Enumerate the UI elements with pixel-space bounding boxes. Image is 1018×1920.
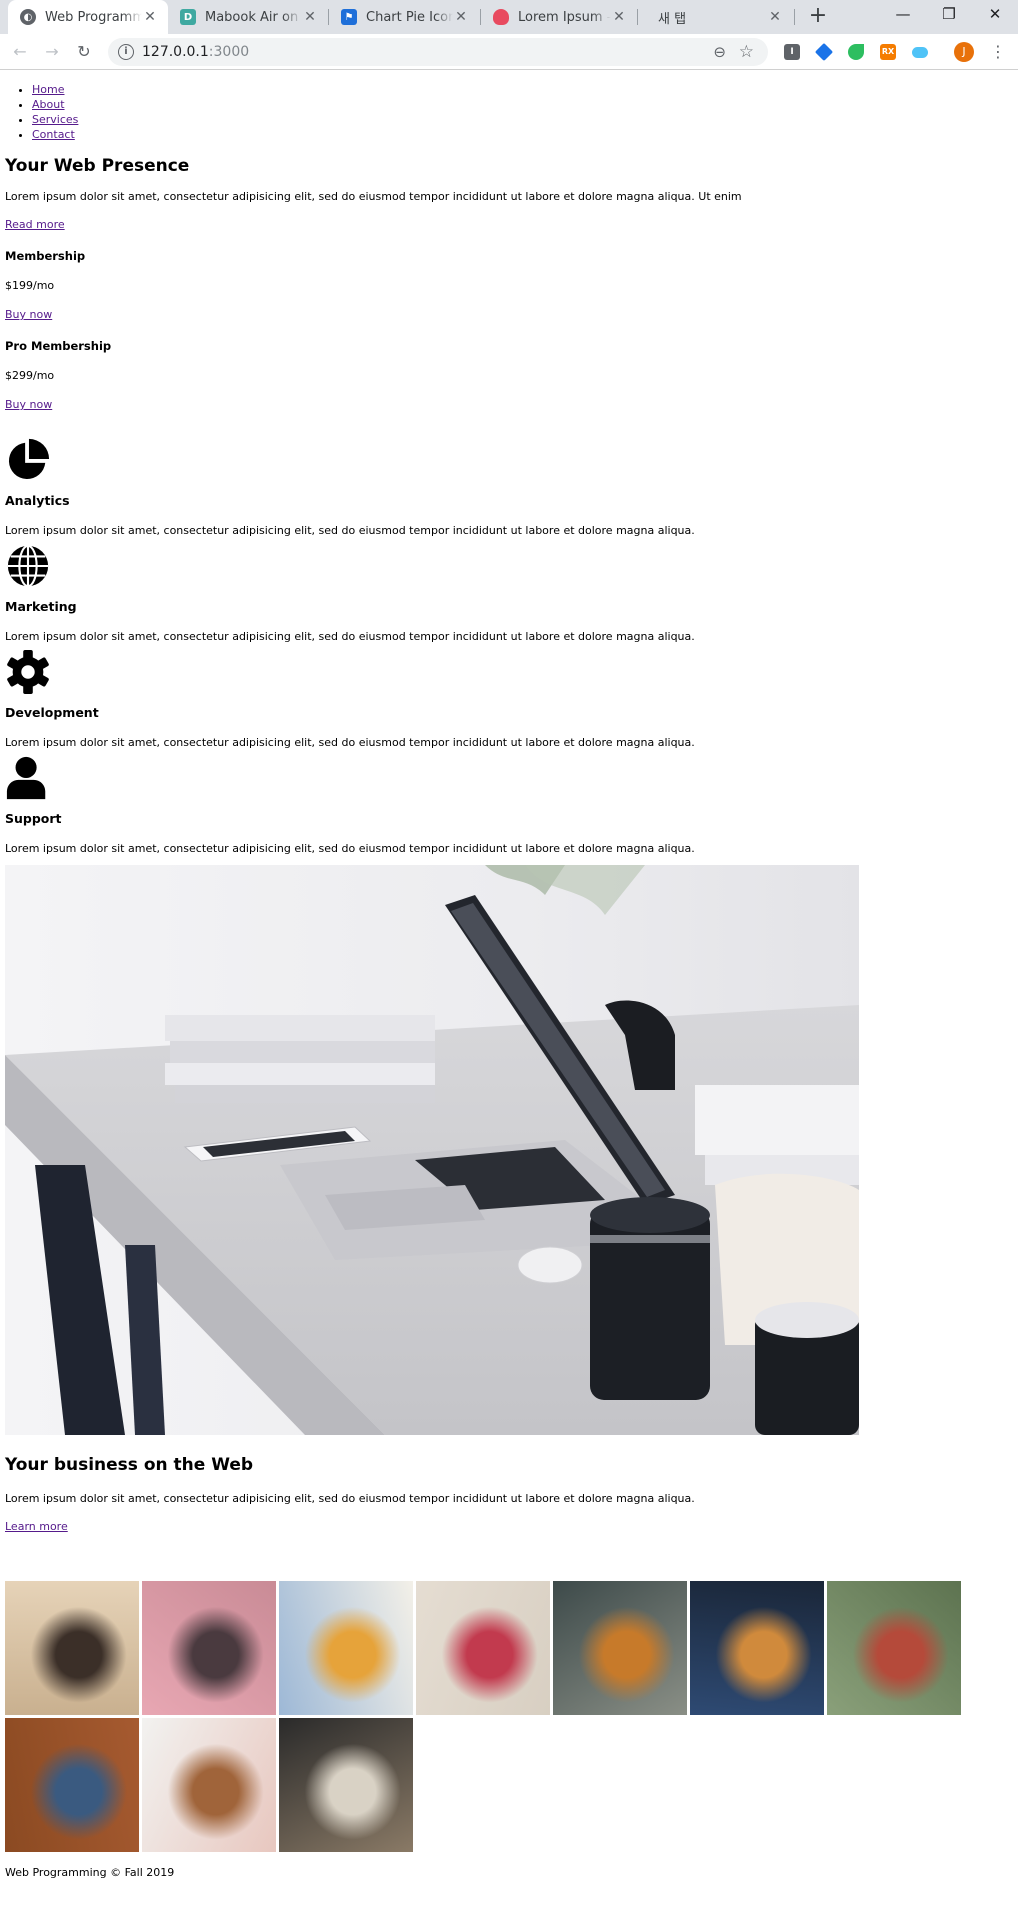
close-tab-icon[interactable]: ✕ bbox=[302, 9, 318, 25]
user-icon bbox=[6, 756, 46, 800]
photo-gallery bbox=[5, 1581, 965, 1852]
tab-title: 새 탭 bbox=[658, 11, 687, 27]
gallery-photo-picnic-food bbox=[279, 1581, 413, 1715]
read-more-link[interactable]: Read more bbox=[5, 218, 1013, 231]
main-nav: Home About Services Contact bbox=[5, 82, 1013, 142]
business-title: Your business on the Web bbox=[5, 1455, 254, 1475]
footer-text: Web Programming © Fall 2019 bbox=[5, 1866, 175, 1879]
tab-title: Lorem Ipsum – G bbox=[518, 9, 611, 25]
new-tab-button[interactable]: + bbox=[805, 4, 831, 30]
tab-title: Chart Pie Icon | bbox=[366, 9, 453, 25]
nav-item-home: Home bbox=[32, 82, 1013, 97]
browser-tab-strip: ◐ Web Programming ✕ D Mabook Air on ✕ ⚑ … bbox=[0, 0, 1018, 34]
nav-item-about: About bbox=[32, 97, 1013, 112]
nav-link-services[interactable]: Services bbox=[32, 113, 78, 126]
gallery-photo-chalkboard-cafe bbox=[279, 1718, 413, 1852]
window-close-icon[interactable]: ✕ bbox=[972, 0, 1018, 30]
gallery-photo-city-bridge bbox=[690, 1581, 824, 1715]
browser-tab-0[interactable]: ◐ Web Programming ✕ bbox=[8, 0, 168, 34]
menu-kebab-icon[interactable]: ⋮ bbox=[990, 42, 1006, 61]
feature-development: Development Lorem ipsum dolor sit amet, … bbox=[5, 649, 1013, 749]
graduation-icon[interactable] bbox=[814, 42, 834, 62]
gallery-photo-woman-portrait bbox=[5, 1581, 139, 1715]
minimize-icon[interactable]: — bbox=[880, 0, 926, 30]
feature-text: Lorem ipsum dolor sit amet, consectetur … bbox=[5, 630, 695, 643]
plan-price: $299/mo bbox=[5, 369, 55, 382]
evernote-icon[interactable] bbox=[848, 44, 864, 60]
business-text: Lorem ipsum dolor sit amet, consectetur … bbox=[5, 1492, 695, 1505]
nav-link-about[interactable]: About bbox=[32, 98, 65, 111]
close-tab-icon[interactable]: ✕ bbox=[142, 9, 158, 25]
globe-favicon-icon: ◐ bbox=[20, 9, 36, 25]
zoom-icon[interactable]: ⊖ bbox=[713, 43, 726, 61]
buy-now-link[interactable]: Buy now bbox=[5, 398, 1013, 411]
feature-text: Lorem ipsum dolor sit amet, consectetur … bbox=[5, 736, 695, 749]
address-bar[interactable]: i 127.0.0.1:3000 ⊖ ☆ bbox=[108, 38, 768, 66]
flag-favicon-icon: ⚑ bbox=[341, 9, 357, 25]
bookmark-star-icon[interactable]: ☆ bbox=[739, 42, 754, 62]
desk-laptop-photo bbox=[5, 865, 859, 1435]
nav-item-contact: Contact bbox=[32, 127, 1013, 142]
hero-text: Lorem ipsum dolor sit amet, consectetur … bbox=[5, 190, 742, 203]
feature-text: Lorem ipsum dolor sit amet, consectetur … bbox=[5, 524, 695, 537]
buy-now-link[interactable]: Buy now bbox=[5, 308, 1013, 321]
feature-support: Support Lorem ipsum dolor sit amet, cons… bbox=[5, 755, 1013, 855]
instapaper-icon[interactable]: I bbox=[784, 44, 800, 60]
profile-avatar[interactable]: J bbox=[954, 42, 974, 62]
feature-text: Lorem ipsum dolor sit amet, consectetur … bbox=[5, 842, 695, 855]
globe-icon bbox=[7, 544, 49, 588]
close-tab-icon[interactable]: ✕ bbox=[453, 9, 469, 25]
browser-tab-2[interactable]: ⚑ Chart Pie Icon | ✕ bbox=[329, 0, 479, 34]
gallery-photo-autumn-leaf bbox=[553, 1581, 687, 1715]
gallery-photo-pink-building bbox=[142, 1581, 276, 1715]
plan-membership: Membership $199/mo Buy now bbox=[5, 249, 1013, 321]
feature-title: Support bbox=[5, 811, 62, 826]
gallery-photo-ribbon-tape bbox=[416, 1581, 550, 1715]
tab-separator bbox=[794, 9, 795, 25]
business-section: Your business on the Web Lorem ipsum dol… bbox=[5, 1455, 1013, 1533]
learn-more-link[interactable]: Learn more bbox=[5, 1520, 1013, 1533]
nav-item-services: Services bbox=[32, 112, 1013, 127]
restore-icon[interactable]: ❐ bbox=[926, 0, 972, 30]
reload-icon[interactable]: ↻ bbox=[74, 42, 94, 62]
hero-title: Your Web Presence bbox=[5, 156, 190, 176]
page-body: Home About Services Contact Your Web Pre… bbox=[0, 82, 1018, 1879]
feature-marketing: Marketing Lorem ipsum dolor sit amet, co… bbox=[5, 543, 1013, 643]
back-icon[interactable]: ← bbox=[10, 42, 30, 62]
lipsum-favicon-icon bbox=[493, 9, 509, 25]
gallery-photo-hiking-boots bbox=[5, 1718, 139, 1852]
rss-icon[interactable]: RX bbox=[880, 44, 896, 60]
close-tab-icon[interactable]: ✕ bbox=[611, 9, 627, 25]
feature-analytics: Analytics Lorem ipsum dolor sit amet, co… bbox=[5, 437, 1013, 537]
browser-tab-4[interactable]: 새 탭 ✕ bbox=[638, 0, 793, 34]
feature-title: Marketing bbox=[5, 599, 77, 614]
nav-link-home[interactable]: Home bbox=[32, 83, 64, 96]
browser-tab-3[interactable]: Lorem Ipsum – G ✕ bbox=[481, 0, 637, 34]
cloud-icon[interactable] bbox=[912, 47, 928, 58]
browser-tab-1[interactable]: D Mabook Air on ✕ bbox=[168, 0, 328, 34]
gallery-photo-bathroom-vanity bbox=[142, 1718, 276, 1852]
desk-laptop-illustration bbox=[5, 865, 859, 1435]
browser-toolbar: ← → ↻ i 127.0.0.1:3000 ⊖ ☆ I RX J ⋮ bbox=[0, 34, 1018, 70]
tab-title: Web Programming bbox=[45, 9, 142, 25]
plan-name: Membership bbox=[5, 249, 86, 263]
nav-link-contact[interactable]: Contact bbox=[32, 128, 75, 141]
hero-section: Your Web Presence Lorem ipsum dolor sit … bbox=[5, 156, 1013, 231]
gallery-photo-berry-bush bbox=[827, 1581, 961, 1715]
gear-icon bbox=[7, 649, 49, 695]
feature-title: Analytics bbox=[5, 493, 70, 508]
dribbble-favicon-icon: D bbox=[180, 9, 196, 25]
close-tab-icon[interactable]: ✕ bbox=[767, 9, 783, 25]
plan-name: Pro Membership bbox=[5, 339, 112, 353]
plan-pro-membership: Pro Membership $299/mo Buy now bbox=[5, 339, 1013, 411]
tab-title: Mabook Air on bbox=[205, 9, 299, 25]
url-text: 127.0.0.1:3000 bbox=[142, 44, 250, 60]
site-info-icon[interactable]: i bbox=[118, 44, 134, 60]
features-section: Analytics Lorem ipsum dolor sit amet, co… bbox=[5, 437, 1013, 855]
forward-icon[interactable]: → bbox=[42, 42, 62, 62]
feature-title: Development bbox=[5, 705, 99, 720]
plan-price: $199/mo bbox=[5, 279, 55, 292]
chart-pie-icon bbox=[8, 438, 50, 480]
